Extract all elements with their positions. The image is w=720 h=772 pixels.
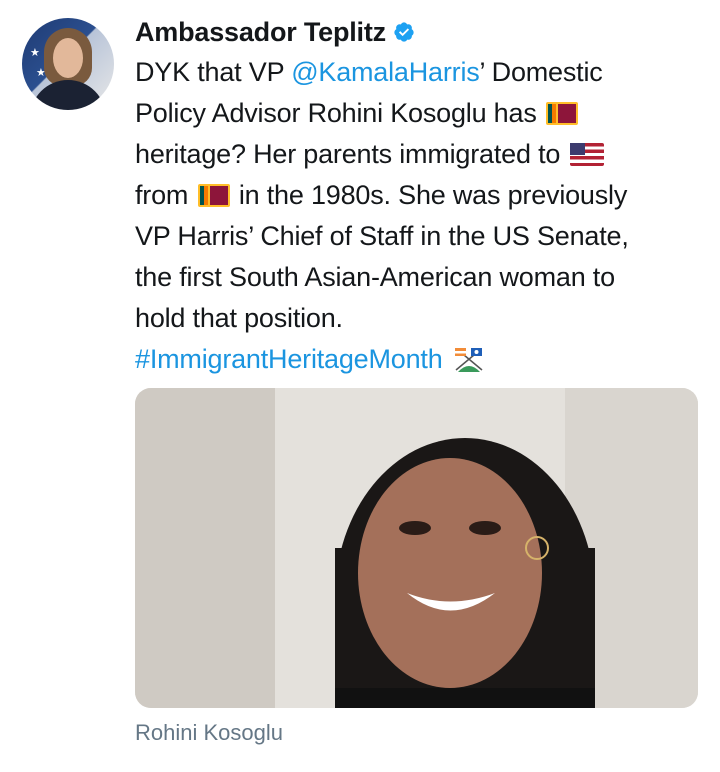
tweet-text-segment: in the 1980s. She was previously [231,180,628,210]
tweet-text-segment: ’ Domestic [479,57,603,87]
verified-badge-icon [394,22,414,42]
us-flag-icon [569,143,604,166]
author-avatar[interactable]: ★ ★ [22,18,114,110]
tweet-text-segment: DYK that VP [135,57,292,87]
tweet-line: Policy Advisor Rohini Kosoglu has [135,93,705,134]
hashtag-link[interactable]: #ImmigrantHeritageMonth [135,344,443,374]
tweet-line: hold that position. [135,298,705,339]
tweet-content: Ambassador Teplitz DYK that VP @KamalaHa… [135,12,705,380]
tweet-line: from in the 1980s. She was previously [135,175,705,216]
photo-caption: Rohini Kosoglu [135,720,283,745]
sri-lanka-flag-icon [545,102,578,125]
tweet-photo[interactable] [135,388,698,708]
star-icon: ★ [30,47,40,59]
sri-lanka-flag-icon [197,184,230,207]
tweet-text-segment: heritage? Her parents immigrated to [135,139,561,169]
author-row: Ambassador Teplitz [135,12,705,52]
tweet-text-segment: hold that position. [135,303,343,333]
tweet-text: DYK that VP @KamalaHarris’ Domestic Poli… [135,52,705,380]
tweet-text-segment: the first South Asian-American woman to [135,262,615,292]
tweet-line: #ImmigrantHeritageMonth [135,339,705,380]
tweet-line: heritage? Her parents immigrated to [135,134,705,175]
tweet-line: DYK that VP @KamalaHarris’ Domestic [135,52,705,93]
author-name[interactable]: Ambassador Teplitz [135,17,386,48]
tweet-text-segment: VP Harris’ Chief of Staff in the US Sena… [135,221,629,251]
tweet-line: VP Harris’ Chief of Staff in the US Sena… [135,216,705,257]
tweet-text-segment: Policy Advisor Rohini Kosoglu has [135,98,537,128]
mention-link[interactable]: @KamalaHarris [291,57,480,87]
avatar-shoulders [30,80,106,110]
portrait-illustration [135,388,698,708]
tweet-text-segment: from [135,180,189,210]
avatar-face [53,38,83,78]
tweet-line: the first South Asian-American woman to [135,257,705,298]
crossed-flags-icon [454,348,483,372]
